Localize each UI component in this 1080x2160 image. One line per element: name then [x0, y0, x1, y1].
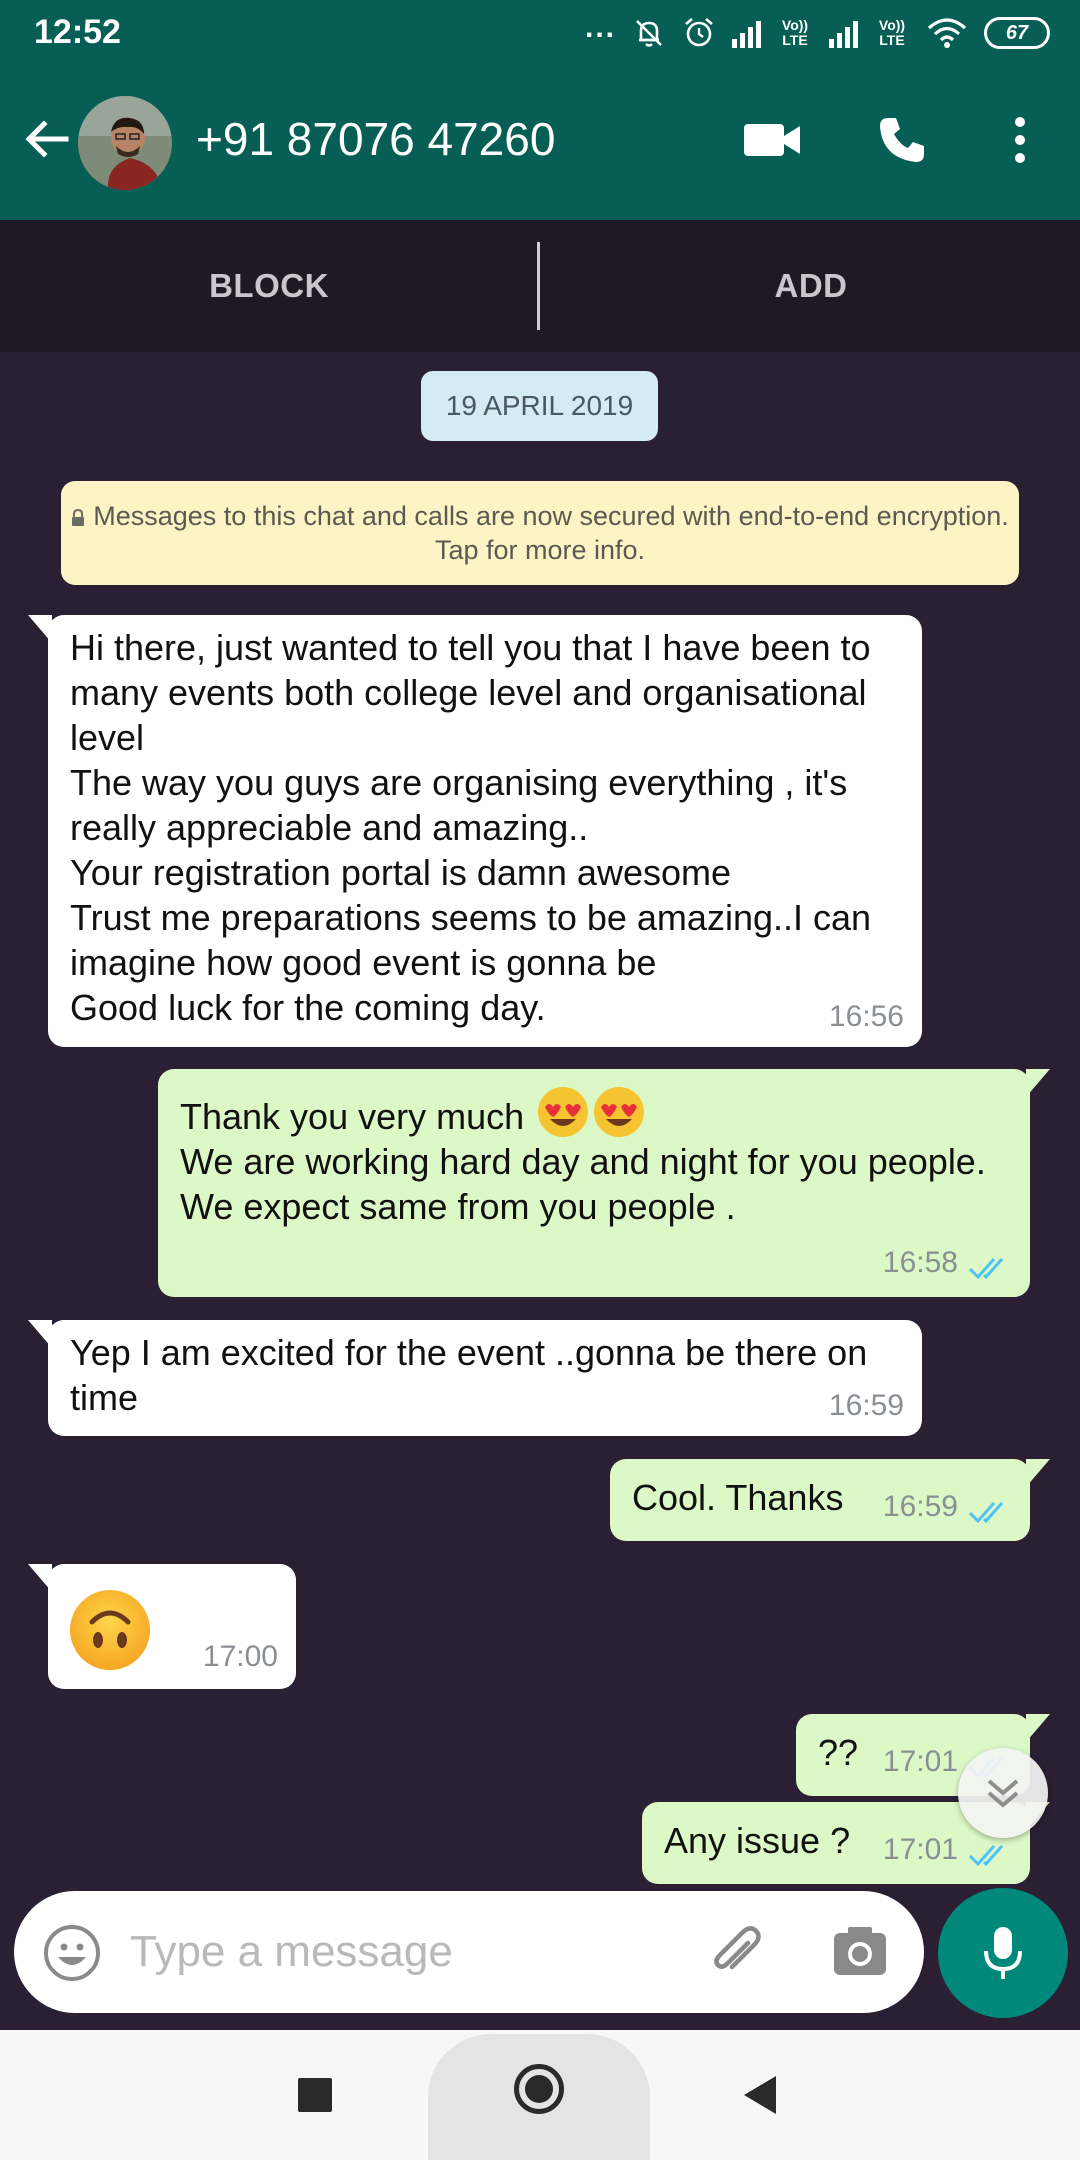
- message-bubble-outgoing[interactable]: Cool. Thanks 16:59: [610, 1459, 1050, 1541]
- message-time: 17:01: [882, 1833, 958, 1866]
- message-text: Yep I am excited for the event ..gonna b…: [70, 1332, 868, 1418]
- composer: [14, 1891, 924, 2013]
- message-text: Cool. Thanks: [632, 1477, 844, 1518]
- read-ticks-icon: [968, 1258, 1004, 1280]
- read-ticks-icon: [968, 1502, 1004, 1524]
- lock-icon: [72, 509, 85, 526]
- video-call-icon[interactable]: [742, 118, 802, 162]
- attach-icon[interactable]: [704, 1921, 768, 1985]
- back-arrow-icon[interactable]: [22, 114, 72, 164]
- message-time: 16:59: [882, 1490, 958, 1523]
- message-input[interactable]: [130, 1911, 690, 1993]
- message-time: 16:56: [828, 1000, 904, 1033]
- home-icon[interactable]: [514, 2064, 564, 2114]
- scroll-to-bottom-button[interactable]: [958, 1748, 1048, 1838]
- notification-dots-icon: ...: [584, 11, 616, 44]
- muted-bell-icon: [636, 20, 662, 47]
- wifi-icon: [927, 18, 967, 48]
- message-text: Thank you very much We are working hard …: [180, 1085, 1000, 1229]
- nav-back-icon[interactable]: [744, 2076, 776, 2114]
- date-chip: 19 APRIL 2019: [421, 371, 658, 441]
- message-bubble-incoming[interactable]: 17:00: [28, 1564, 296, 1689]
- message-text-rest: We are working hard day and night for yo…: [180, 1141, 986, 1227]
- message-bubble-incoming[interactable]: Yep I am excited for the event ..gonna b…: [28, 1320, 922, 1436]
- emoji-icon[interactable]: [42, 1923, 102, 1983]
- message-text: Hi there, just wanted to tell you that I…: [70, 627, 872, 1028]
- upside-down-face-emoji-icon: [70, 1590, 150, 1670]
- unknown-contact-actions: BLOCK ADD: [0, 220, 1080, 352]
- battery-icon: 67: [984, 17, 1050, 49]
- recents-icon[interactable]: [298, 2078, 332, 2112]
- encryption-notice[interactable]: Messages to this chat and calls are now …: [61, 481, 1019, 585]
- message-bubble-incoming[interactable]: Hi there, just wanted to tell you that I…: [28, 615, 922, 1047]
- read-ticks-icon: [968, 1845, 1004, 1867]
- message-text: Any issue ?: [664, 1820, 851, 1861]
- status-icons: ... Vo)) LTE Vo)) LTE 67: [584, 11, 1050, 54]
- add-contact-button[interactable]: ADD: [542, 220, 1080, 352]
- message-time: 17:01: [882, 1745, 958, 1778]
- bubble-tail: [1026, 1714, 1050, 1742]
- mic-button[interactable]: [938, 1888, 1068, 2018]
- message-time: 16:59: [828, 1389, 904, 1422]
- mic-icon: [984, 1927, 1022, 1979]
- status-time: 12:52: [34, 13, 121, 51]
- camera-icon[interactable]: [830, 1921, 890, 1981]
- avatar[interactable]: [78, 96, 172, 190]
- heart-eyes-emoji-icon: [538, 1087, 589, 1137]
- message-bubble-outgoing[interactable]: Thank you very much We are working hard …: [158, 1069, 1050, 1297]
- double-chevron-down-icon: [987, 1779, 1019, 1808]
- bubble-tail: [28, 615, 52, 643]
- bubble-tail: [28, 1320, 52, 1348]
- alarm-icon: [685, 18, 713, 47]
- bubble-tail: [1026, 1069, 1050, 1097]
- action-divider: [537, 242, 540, 330]
- message-text: ??: [818, 1732, 859, 1773]
- system-nav-bar: [0, 2030, 1080, 2160]
- signal-2-icon: [829, 18, 858, 48]
- signal-1-icon: [732, 18, 761, 48]
- more-options-icon[interactable]: [1002, 114, 1038, 166]
- message-time: 17:00: [202, 1640, 278, 1673]
- lte-2-icon: Vo)) LTE: [878, 17, 906, 48]
- block-button[interactable]: BLOCK: [0, 220, 538, 352]
- status-bar: 12:52 ... Vo)) LTE Vo)) LTE 67: [0, 0, 1080, 66]
- voice-call-icon[interactable]: [876, 114, 928, 166]
- bubble-tail: [1026, 1459, 1050, 1487]
- contact-name[interactable]: +91 87076 47260: [196, 112, 555, 166]
- message-time: 16:58: [882, 1246, 958, 1279]
- chat-header: +91 87076 47260: [0, 66, 1080, 220]
- encryption-notice-text: Messages to this chat and calls are now …: [93, 501, 1009, 565]
- lte-1-icon: Vo)) LTE: [781, 17, 809, 48]
- bubble-tail: [28, 1564, 52, 1592]
- message-text-line1: Thank you very much: [180, 1096, 525, 1137]
- heart-eyes-emoji-icon: [594, 1087, 645, 1137]
